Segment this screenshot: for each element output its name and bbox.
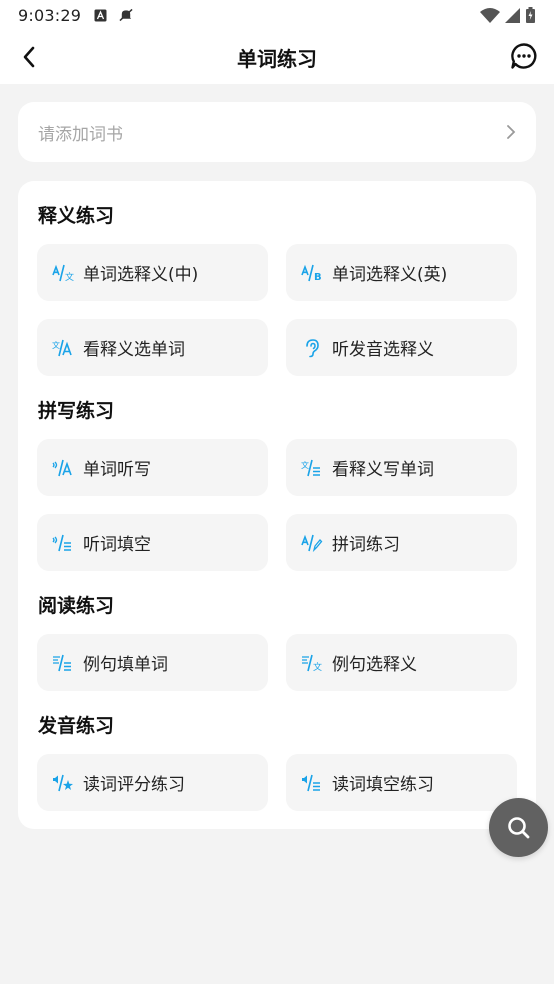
sentence-meaning-icon: 文 <box>301 652 323 674</box>
status-bar: 9:03:29 <box>0 0 554 30</box>
practice-listen-to-meaning[interactable]: 听发音选释义 <box>286 319 517 376</box>
practice-read-score[interactable]: 读词评分练习 <box>37 754 268 811</box>
item-label: 拼词练习 <box>332 535 400 555</box>
search-icon <box>507 816 529 838</box>
wifi-icon <box>480 7 500 23</box>
chat-bubble-icon <box>511 43 537 69</box>
practice-spell-word[interactable]: 拼词练习 <box>286 514 517 571</box>
practice-card: 释义练习 文 单词选释义(中) B 单词选释义(英) 文 看释义选单词 听发音选… <box>18 181 536 829</box>
chevron-right-icon <box>506 124 516 140</box>
practice-sentence-fill[interactable]: 例句填单词 <box>37 634 268 691</box>
item-label: 读词评分练习 <box>83 775 185 795</box>
svg-text:文: 文 <box>301 460 309 470</box>
section-title-spelling: 拼写练习 <box>38 400 115 422</box>
practice-read-fill[interactable]: 读词填空练习 <box>286 754 517 811</box>
add-wordbook-placeholder: 请添加词书 <box>38 124 123 145</box>
svg-text:文: 文 <box>52 340 60 350</box>
item-label: 单词选释义(英) <box>332 265 448 285</box>
top-app-bar: 单词练习 <box>0 30 554 84</box>
practice-word-to-english[interactable]: B 单词选释义(英) <box>286 244 517 301</box>
section-title-reading: 阅读练习 <box>38 595 115 617</box>
item-label: 例句选释义 <box>332 655 417 675</box>
item-label: 例句填单词 <box>83 655 168 675</box>
battery-icon <box>524 7 536 23</box>
section-title-meaning: 释义练习 <box>38 205 115 227</box>
page-title: 单词练习 <box>237 46 317 71</box>
practice-dictation[interactable]: 单词听写 <box>37 439 268 496</box>
item-label: 听词填空 <box>83 535 151 555</box>
word-to-chinese-icon: 文 <box>52 262 74 284</box>
notifications-off-icon <box>119 8 133 22</box>
listen-fill-icon <box>52 532 74 554</box>
back-arrow-icon <box>23 46 35 68</box>
svg-text:B: B <box>314 272 322 282</box>
svg-text:文: 文 <box>65 271 74 282</box>
add-wordbook-bar[interactable]: 请添加词书 <box>18 102 536 162</box>
item-label: 读词填空练习 <box>332 775 434 795</box>
item-label: 听发音选释义 <box>332 340 434 360</box>
practice-meaning-to-word[interactable]: 文 看释义选单词 <box>37 319 268 376</box>
practice-meaning-write[interactable]: 文 看释义写单词 <box>286 439 517 496</box>
spell-icon <box>301 532 323 554</box>
status-time: 9:03:29 <box>18 5 82 25</box>
practice-sentence-meaning[interactable]: 文 例句选释义 <box>286 634 517 691</box>
item-label: 单词选释义(中) <box>83 265 199 285</box>
item-label: 单词听写 <box>83 460 151 480</box>
item-label: 看释义选单词 <box>83 340 185 360</box>
meaning-to-word-icon: 文 <box>52 337 74 359</box>
floating-search-button[interactable] <box>489 798 548 857</box>
read-fill-icon <box>301 772 323 794</box>
section-title-pronunciation: 发音练习 <box>38 715 115 737</box>
back-button[interactable] <box>14 42 44 72</box>
signal-icon <box>504 7 520 23</box>
meaning-write-icon: 文 <box>301 457 323 479</box>
dictation-icon <box>52 457 74 479</box>
sentence-fill-icon <box>52 652 74 674</box>
item-label: 看释义写单词 <box>332 460 434 480</box>
message-button[interactable] <box>508 40 540 72</box>
practice-listen-fill[interactable]: 听词填空 <box>37 514 268 571</box>
ear-icon <box>301 337 323 359</box>
keyboard-a-icon <box>93 8 107 22</box>
read-score-icon <box>52 772 74 794</box>
practice-word-to-chinese[interactable]: 文 单词选释义(中) <box>37 244 268 301</box>
app-screen: 9:03:29 单词练习 请添加词书 释义练习 文 单词选释义(中) B 单词选… <box>0 0 554 984</box>
svg-text:文: 文 <box>313 661 322 672</box>
word-to-english-icon: B <box>301 262 323 284</box>
